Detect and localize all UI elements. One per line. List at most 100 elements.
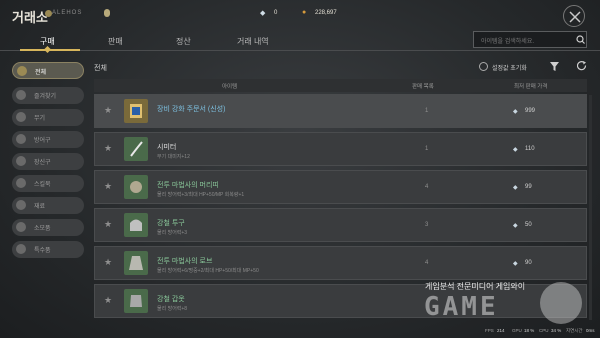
sidebar-item-material[interactable]: 재료 bbox=[12, 197, 84, 214]
diamond-icon: ◆ bbox=[513, 147, 518, 153]
material-icon bbox=[16, 200, 26, 210]
item-name: 장비 강화 주문서 (신성) bbox=[157, 106, 226, 113]
header-item: 아이템 bbox=[222, 84, 238, 90]
table-row[interactable]: ★ 강철 투구 물리 방어력+3 3 ◆ 50 bbox=[94, 208, 587, 242]
refresh-icon[interactable] bbox=[577, 61, 587, 71]
item-price: 90 bbox=[525, 260, 532, 266]
star-icon bbox=[16, 90, 26, 100]
fps-value: 214 bbox=[497, 328, 505, 333]
top-bar: 거래소 ALEHOS ◆ 0 ● 228,697 bbox=[0, 0, 600, 28]
sidebar-item-label: 전체 bbox=[35, 70, 47, 76]
close-button[interactable] bbox=[563, 5, 585, 27]
item-name: 전투 마법사의 로브 bbox=[157, 258, 213, 265]
sidebar-item-label: 특수품 bbox=[34, 248, 51, 254]
item-price: 999 bbox=[525, 108, 536, 114]
headband-item-icon bbox=[124, 175, 148, 199]
scroll-item-icon bbox=[124, 99, 148, 123]
sidebar-item-label: 소모품 bbox=[34, 226, 51, 232]
diamond-icon: ◆ bbox=[260, 10, 266, 17]
gpu-label: GPU bbox=[512, 328, 522, 333]
potion-icon bbox=[16, 222, 26, 232]
armor-item-icon bbox=[124, 289, 148, 313]
all-icon bbox=[17, 66, 27, 76]
item-stats: 물리 방어력+8 bbox=[157, 306, 188, 312]
sidebar-item-skillbook[interactable]: 스킬북 bbox=[12, 175, 84, 192]
item-count: 4 bbox=[425, 260, 429, 266]
table-row[interactable]: ★ 장비 강화 주문서 (신성) 1 ◆ 999 bbox=[94, 94, 587, 128]
status-bar: FPS 214 GPU 18 % CPU 34 % 지연시간 0ms bbox=[470, 327, 600, 336]
search-placeholder: 아이템을 검색하세요. bbox=[481, 39, 535, 45]
watermark-logo: GAME bbox=[424, 292, 499, 322]
sidebar-item-label: 장신구 bbox=[34, 160, 51, 166]
book-icon bbox=[16, 178, 26, 188]
cpu-label: CPU bbox=[539, 328, 549, 333]
scimitar-item-icon bbox=[124, 137, 148, 161]
header-price: 최저 판매 가격 bbox=[514, 84, 548, 90]
watermark-caption: 게임분석 전문미디어 게임와이 bbox=[425, 282, 526, 291]
search-icon[interactable] bbox=[576, 35, 585, 44]
special-icon bbox=[16, 244, 26, 254]
close-icon bbox=[569, 11, 581, 23]
item-count: 4 bbox=[425, 184, 429, 190]
list-scrollbar[interactable] bbox=[589, 95, 592, 320]
header-count: 판매 목록 bbox=[412, 84, 434, 90]
item-stats: 물리 방어력+3/최대 HP+50/MP 회복량+1 bbox=[157, 192, 245, 198]
sidebar-item-label: 방어구 bbox=[34, 138, 51, 144]
item-stats: 물리 방어력+3 bbox=[157, 230, 188, 236]
diamond-icon: ◆ bbox=[513, 185, 518, 191]
table-row[interactable]: ★ 전투 마법사의 머리띠 물리 방어력+3/최대 HP+50/MP 회복량+1… bbox=[94, 170, 587, 204]
item-price: 99 bbox=[525, 184, 532, 190]
page-title: 거래소 bbox=[12, 10, 48, 25]
item-name: 강철 투구 bbox=[157, 220, 185, 227]
tab-sell[interactable]: 판매 bbox=[108, 36, 123, 47]
item-name: 강철 갑옷 bbox=[157, 296, 185, 303]
filter-icon[interactable] bbox=[550, 62, 559, 71]
item-count: 1 bbox=[425, 146, 429, 152]
diamond-icon: ◆ bbox=[513, 223, 518, 229]
favorite-star-icon[interactable]: ★ bbox=[104, 105, 112, 116]
latency-value: 0ms bbox=[586, 328, 595, 333]
reset-icon bbox=[479, 62, 488, 71]
sidebar-item-accessory[interactable]: 장신구 bbox=[12, 153, 84, 170]
gold-currency: 228,697 bbox=[315, 10, 337, 16]
armor-icon bbox=[16, 134, 26, 144]
diamond-icon: ◆ bbox=[513, 109, 518, 115]
sidebar-item-all[interactable]: 전체 bbox=[12, 62, 84, 79]
helmet-item-icon bbox=[124, 213, 148, 237]
diamond-icon: ◆ bbox=[513, 261, 518, 267]
table-row[interactable]: ★ 시미터 무기 대미지+12 1 ◆ 110 bbox=[94, 132, 587, 166]
sidebar-item-consumable[interactable]: 소모품 bbox=[12, 219, 84, 236]
item-count: 3 bbox=[425, 222, 429, 228]
sidebar-item-special[interactable]: 특수품 bbox=[12, 241, 84, 258]
breadcrumb: 전체 bbox=[94, 65, 107, 72]
favorite-star-icon[interactable]: ★ bbox=[104, 257, 112, 268]
table-header: 아이템 판매 목록 최저 판매 가격 bbox=[94, 79, 587, 92]
ring-icon bbox=[16, 156, 26, 166]
search-input[interactable]: 아이템을 검색하세요. bbox=[473, 31, 587, 48]
table-row[interactable]: ★ 전투 마법사의 로브 물리 방어력+6/명중+2/최대 HP+50/최대 M… bbox=[94, 246, 587, 280]
sidebar-item-label: 재료 bbox=[34, 204, 46, 210]
favorite-star-icon[interactable]: ★ bbox=[104, 295, 112, 306]
tab-history[interactable]: 거래 내역 bbox=[237, 36, 269, 47]
sidebar-item-label: 스킬북 bbox=[34, 182, 51, 188]
item-price: 110 bbox=[525, 146, 535, 152]
favorite-star-icon[interactable]: ★ bbox=[104, 181, 112, 192]
item-stats: 무기 대미지+12 bbox=[157, 154, 190, 160]
item-count: 1 bbox=[425, 108, 429, 114]
cpu-value: 34 % bbox=[551, 328, 562, 333]
favorite-star-icon[interactable]: ★ bbox=[104, 219, 112, 230]
gpu-value: 18 % bbox=[524, 328, 535, 333]
robe-item-icon bbox=[124, 251, 148, 275]
tab-settle[interactable]: 정산 bbox=[176, 36, 191, 47]
gold-icon: ● bbox=[302, 9, 307, 16]
latency-label: 지연시간 bbox=[566, 328, 583, 333]
sidebar-item-weapon[interactable]: 무기 bbox=[12, 109, 84, 126]
sidebar-item-armor[interactable]: 방어구 bbox=[12, 131, 84, 148]
sidebar-item-favorites[interactable]: 즐겨찾기 bbox=[12, 87, 84, 104]
diamond-currency: 0 bbox=[274, 10, 278, 16]
alehos-logo-icon bbox=[45, 10, 52, 17]
sidebar-item-label: 무기 bbox=[34, 116, 46, 122]
item-name: 전투 마법사의 머리띠 bbox=[157, 182, 219, 189]
sword-icon bbox=[16, 112, 26, 122]
favorite-star-icon[interactable]: ★ bbox=[104, 143, 112, 154]
